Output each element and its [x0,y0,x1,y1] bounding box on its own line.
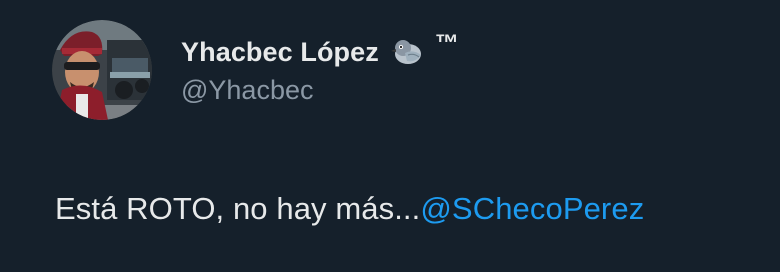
avatar[interactable] [52,20,152,120]
mention-link[interactable]: @SChecoPerez [420,191,644,226]
tweet-body: Está ROTO, no hay más... [55,191,421,226]
author-name-row: Yhacbec López ™ [181,30,459,72]
tweet-card: Yhacbec López ™ @Yhacbec Está ROTO, no h… [0,0,780,272]
avatar-photo [52,20,152,120]
author-handle[interactable]: @Yhacbec [181,75,313,106]
pigeon-emoji-icon [390,36,423,68]
trademark-symbol: ™ [434,30,459,57]
author-display-name[interactable]: Yhacbec López [181,37,379,68]
tweet-text: Está ROTO, no hay más...@SChecoPerez [55,191,644,227]
